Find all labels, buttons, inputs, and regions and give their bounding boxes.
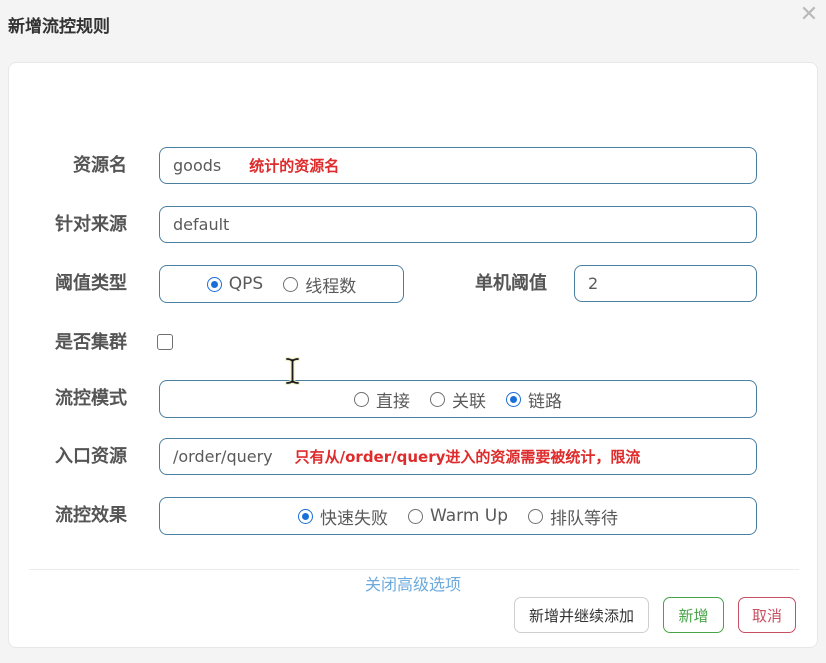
strategy-option-relate[interactable]: 关联 (430, 387, 486, 412)
radio-label: 直接 (376, 387, 410, 412)
radio-icon[interactable] (354, 392, 369, 407)
grade-radio-group: QPS 线程数 (159, 265, 404, 303)
grade-label: 阈值类型 (21, 265, 127, 302)
behavior-option-warm-up[interactable]: Warm Up (408, 506, 508, 526)
behavior-label: 流控效果 (21, 497, 127, 534)
add-button[interactable]: 新增 (663, 597, 724, 633)
radio-label: 排队等待 (550, 504, 618, 529)
dialog-title: 新增流控规则 (8, 12, 110, 37)
behavior-radio-group: 快速失败 Warm Up 排队等待 (159, 497, 757, 535)
ref-resource-value: /order/query (173, 447, 273, 466)
radio-icon[interactable] (528, 509, 543, 524)
ref-resource-hint: 只有从/order/query进入的资源需要被统计，限流 (295, 446, 641, 467)
resource-value: goods (173, 156, 221, 175)
radio-label: 关联 (452, 387, 486, 412)
radio-icon[interactable] (408, 509, 423, 524)
count-value: 2 (588, 274, 598, 293)
resource-label: 资源名 (21, 147, 127, 184)
text-cursor-icon (284, 356, 301, 386)
radio-label: 线程数 (305, 272, 356, 297)
add-flow-rule-dialog: 新增流控规则 ✕ 资源名 goods 统计的资源名 针对来源 default 阈… (0, 0, 826, 663)
strategy-label: 流控模式 (21, 380, 127, 417)
resource-hint: 统计的资源名 (249, 155, 339, 176)
cluster-checkbox[interactable] (157, 334, 173, 350)
limit-app-input[interactable]: default (159, 206, 757, 243)
radio-label: 快速失败 (320, 504, 388, 529)
strategy-option-chain[interactable]: 链路 (506, 387, 562, 412)
radio-icon[interactable] (506, 392, 521, 407)
radio-icon[interactable] (283, 277, 298, 292)
radio-label: QPS (229, 274, 263, 294)
cluster-label: 是否集群 (21, 324, 127, 361)
advanced-options-link[interactable]: 关闭高级选项 (9, 571, 817, 595)
radio-icon[interactable] (207, 277, 222, 292)
grade-option-qps[interactable]: QPS (207, 274, 263, 294)
count-label: 单机阈值 (429, 265, 547, 302)
add-and-continue-button[interactable]: 新增并继续添加 (514, 597, 649, 633)
cancel-button[interactable]: 取消 (738, 597, 796, 633)
strategy-radio-group: 直接 关联 链路 (159, 380, 757, 418)
radio-icon[interactable] (430, 392, 445, 407)
resource-input[interactable]: goods 统计的资源名 (159, 147, 757, 184)
form-panel: 资源名 goods 统计的资源名 针对来源 default 阈值类型 QPS 线… (8, 62, 818, 648)
ref-resource-input[interactable]: /order/query 只有从/order/query进入的资源需要被统计，限… (159, 438, 757, 475)
count-input[interactable]: 2 (574, 265, 757, 302)
radio-label: Warm Up (430, 506, 508, 526)
close-icon[interactable]: ✕ (796, 2, 822, 28)
strategy-option-direct[interactable]: 直接 (354, 387, 410, 412)
grade-option-thread[interactable]: 线程数 (283, 272, 356, 297)
limit-app-label: 针对来源 (21, 206, 127, 243)
limit-app-value: default (173, 215, 229, 234)
radio-icon[interactable] (298, 509, 313, 524)
footer-divider (29, 569, 799, 570)
ref-resource-label: 入口资源 (21, 438, 127, 475)
behavior-option-fail-fast[interactable]: 快速失败 (298, 504, 388, 529)
radio-label: 链路 (528, 387, 562, 412)
behavior-option-queue[interactable]: 排队等待 (528, 504, 618, 529)
